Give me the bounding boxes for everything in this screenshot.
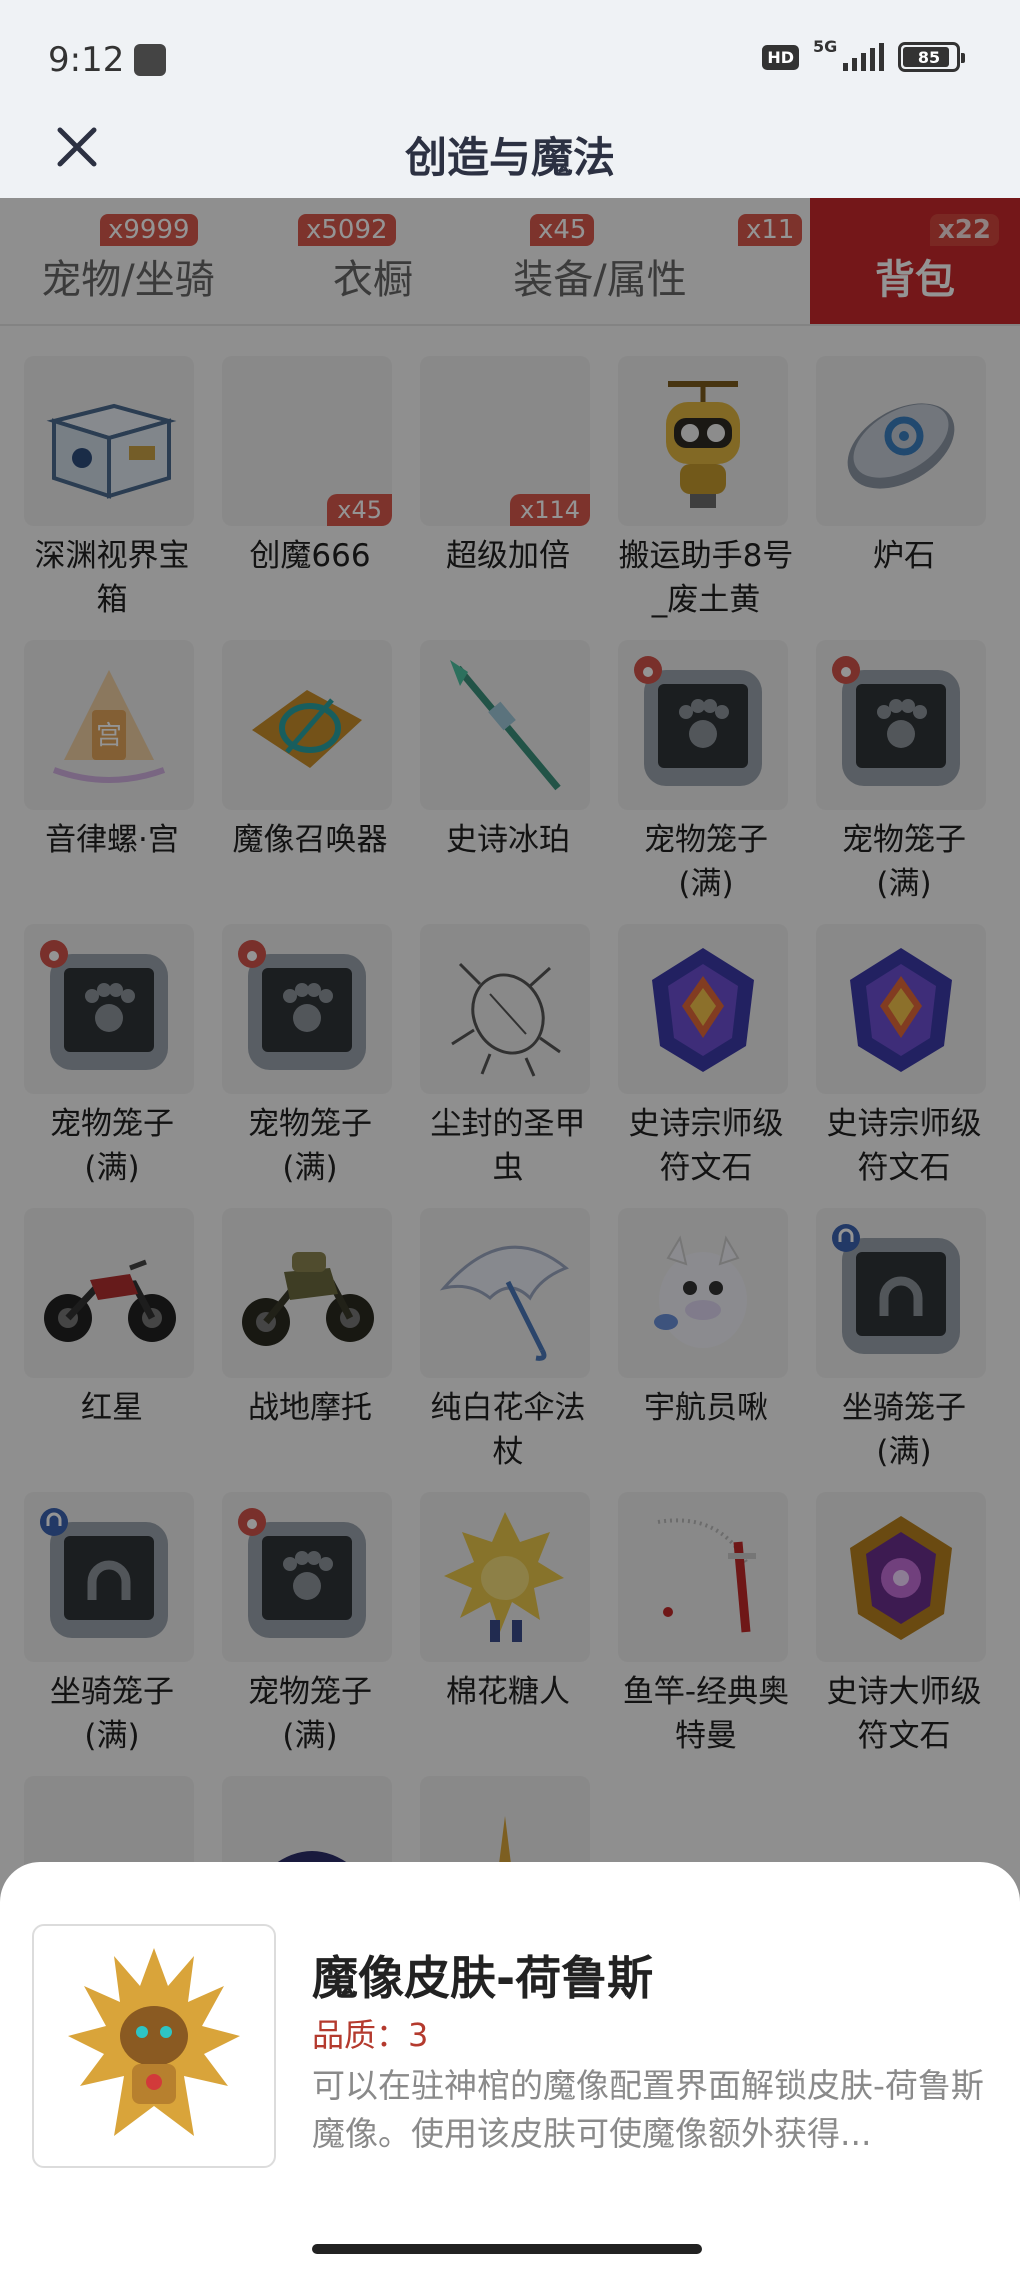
page-title: 创造与魔法 [404, 134, 615, 181]
app-header: 创造与魔法 [0, 120, 1020, 198]
detail-quality: 品质：3 [312, 2016, 429, 2054]
detail-title: 魔像皮肤-荷鲁斯 [312, 1951, 654, 2005]
status-icons: HD 5G 85 [762, 37, 965, 72]
hd-icon: HD [762, 44, 799, 70]
detail-description: 可以在驻神棺的魔像配置界面解锁皮肤-荷鲁斯魔像。使用该皮肤可使魔像额外获得... [312, 2066, 984, 2153]
battery-icon: 85 [898, 42, 965, 72]
home-indicator[interactable] [312, 2244, 702, 2254]
battery-level: 85 [917, 47, 941, 67]
signal-icon: 5G [813, 37, 884, 71]
item-detail-sheet: 魔像皮肤-荷鲁斯 品质：3 可以在驻神棺的魔像配置界面解锁皮肤-荷鲁斯魔像。使用… [0, 1862, 1020, 2270]
detail-thumb [32, 1924, 276, 2168]
status-bar: 9:12 HD 5G 85 [0, 0, 1020, 120]
recording-icon [134, 44, 166, 76]
status-time: 9:12 [48, 40, 125, 80]
network-type: 5G [813, 37, 838, 56]
golem-skin-horus-icon [68, 1948, 240, 2136]
